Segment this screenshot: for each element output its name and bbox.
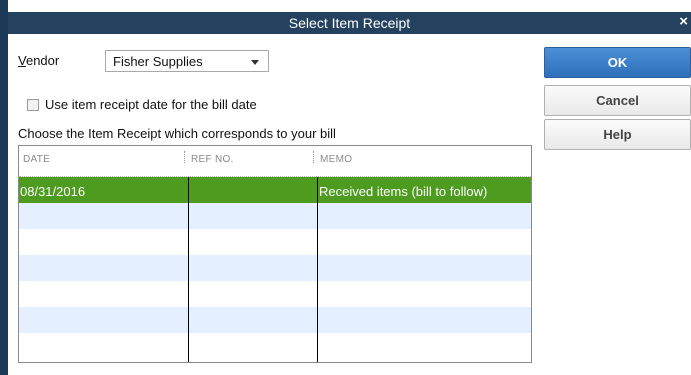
table-row-empty[interactable] [19, 281, 531, 307]
cancel-button[interactable]: Cancel [544, 85, 691, 116]
table-row-empty[interactable] [19, 229, 531, 255]
item-receipt-table: DATE REF NO. MEMO 08/31/2016 Received it… [18, 145, 532, 363]
dialog-title-bar: Select Item Receipt × [8, 12, 691, 34]
chevron-down-icon[interactable] [251, 60, 259, 65]
use-date-checkbox-label[interactable]: Use item receipt date for the bill date [45, 97, 257, 112]
window-left-edge [0, 0, 8, 375]
column-header-memo[interactable]: MEMO [320, 154, 352, 165]
table-row-empty[interactable] [19, 307, 531, 333]
ok-button[interactable]: OK [544, 47, 691, 78]
vendor-label-rest: endor [25, 53, 60, 68]
table-row-empty[interactable] [19, 333, 531, 359]
use-date-checkbox[interactable] [27, 99, 39, 111]
close-icon[interactable]: × [679, 13, 688, 30]
vendor-value: Fisher Supplies [113, 54, 203, 69]
table-row-empty[interactable] [19, 203, 531, 229]
dialog-body: Vendor Fisher Supplies Use item receipt … [8, 34, 691, 375]
vendor-dropdown[interactable]: Fisher Supplies [105, 50, 269, 72]
column-header-date[interactable]: DATE [23, 154, 50, 165]
vendor-label: Vendor [18, 53, 59, 68]
column-separator[interactable] [313, 151, 314, 163]
choose-receipt-label: Choose the Item Receipt which correspond… [18, 126, 336, 141]
table-row-empty[interactable] [19, 255, 531, 281]
help-button[interactable]: Help [544, 119, 691, 150]
dialog-title: Select Item Receipt [288, 15, 411, 31]
row-memo: Received items (bill to follow) [319, 184, 488, 199]
table-row[interactable]: 08/31/2016 Received items (bill to follo… [19, 177, 531, 203]
vendor-label-mnemonic: V [18, 53, 26, 68]
column-separator[interactable] [184, 151, 185, 163]
column-divider [317, 177, 318, 362]
column-divider [188, 177, 189, 362]
column-header-ref-no[interactable]: REF NO. [191, 154, 234, 165]
table-header: DATE REF NO. MEMO [19, 146, 531, 177]
row-date: 08/31/2016 [20, 184, 86, 199]
